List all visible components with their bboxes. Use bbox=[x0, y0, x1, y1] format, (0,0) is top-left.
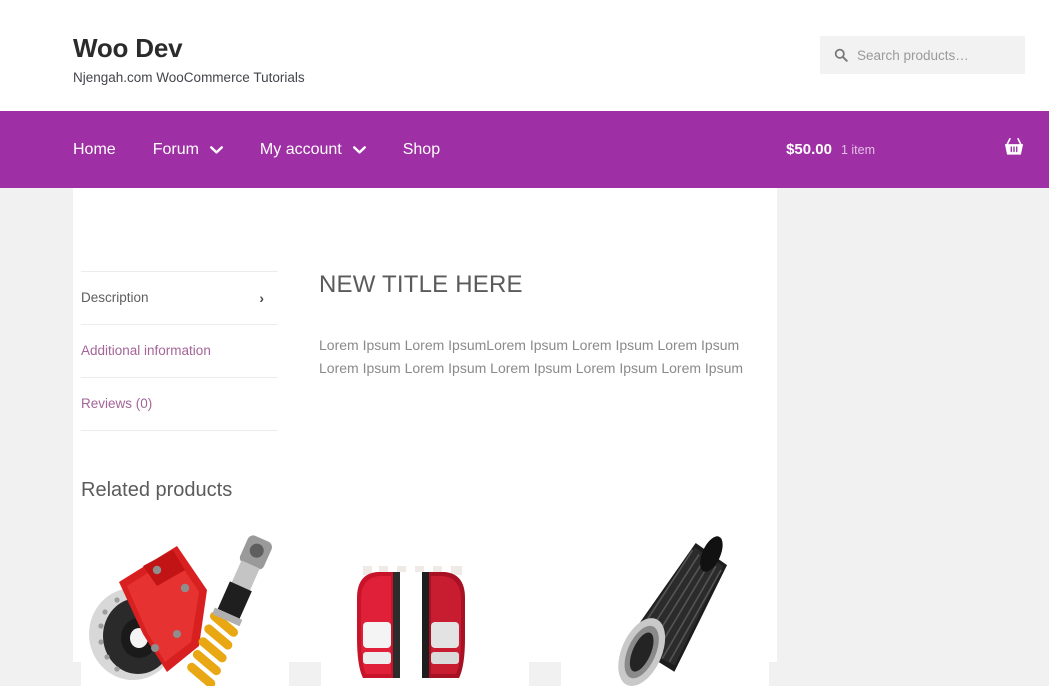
page-background: Description › Additional information Rev… bbox=[0, 188, 1049, 686]
car-tail-lights-product-image[interactable] bbox=[321, 526, 529, 686]
related-products-title: Related products bbox=[81, 479, 233, 501]
related-product-item[interactable] bbox=[81, 526, 289, 686]
chevron-down-icon[interactable] bbox=[209, 145, 223, 154]
cart-contents[interactable]: $50.00 1 item bbox=[786, 141, 875, 158]
tab-description[interactable]: Description › bbox=[81, 272, 278, 325]
primary-navigation: Home Forum My account Shop $50.00 1 item bbox=[0, 111, 1049, 188]
brake-disc-suspension-product-image[interactable] bbox=[81, 526, 289, 686]
site-tagline: Njengah.com WooCommerce Tutorials bbox=[73, 69, 305, 85]
site-branding[interactable]: Woo Dev Njengah.com WooCommerce Tutorial… bbox=[73, 33, 305, 86]
site-title[interactable]: Woo Dev bbox=[73, 33, 305, 64]
related-products-section: Related products bbox=[81, 478, 771, 686]
tab-reviews[interactable]: Reviews (0) bbox=[81, 378, 278, 431]
cone-air-filter-product-image[interactable] bbox=[561, 526, 769, 686]
nav-menu: Home Forum My account Shop bbox=[73, 111, 477, 188]
cart-total-amount: $50.00 bbox=[786, 141, 832, 158]
product-search-form[interactable] bbox=[820, 36, 1025, 74]
nav-item-shop[interactable]: Shop bbox=[403, 141, 440, 158]
tab-label: Description bbox=[81, 290, 149, 306]
main-content: Description › Additional information Rev… bbox=[73, 188, 777, 686]
search-input[interactable] bbox=[857, 47, 1007, 63]
panel-body-text: Lorem Ipsum Lorem IpsumLorem Ipsum Lorem… bbox=[319, 336, 744, 376]
product-tabs-list: Description › Additional information Rev… bbox=[81, 271, 278, 431]
product-tabs: Description › Additional information Rev… bbox=[81, 271, 278, 431]
nav-link-label[interactable]: Home bbox=[73, 141, 116, 158]
cart-area[interactable]: $50.00 1 item bbox=[786, 111, 1025, 188]
nav-link-label[interactable]: Forum bbox=[153, 141, 199, 158]
tab-label: Reviews (0) bbox=[81, 396, 153, 412]
tab-additional-information[interactable]: Additional information bbox=[81, 325, 278, 378]
site-header: Woo Dev Njengah.com WooCommerce Tutorial… bbox=[0, 0, 1049, 111]
header-inner: Woo Dev Njengah.com WooCommerce Tutorial… bbox=[0, 0, 1049, 111]
related-products-grid bbox=[81, 526, 771, 686]
search-icon bbox=[834, 48, 848, 62]
nav-item-forum[interactable]: Forum bbox=[153, 141, 223, 158]
related-product-item[interactable] bbox=[561, 526, 769, 686]
panel-title: NEW TITLE HERE bbox=[319, 271, 523, 298]
nav-link-label[interactable]: My account bbox=[260, 141, 342, 158]
shopping-basket-icon[interactable] bbox=[1003, 137, 1025, 157]
chevron-right-icon: › bbox=[259, 290, 264, 306]
related-product-item[interactable] bbox=[321, 526, 529, 686]
tab-panel-description: NEW TITLE HERE Lorem Ipsum Lorem IpsumLo… bbox=[319, 271, 749, 380]
nav-link-label[interactable]: Shop bbox=[403, 141, 440, 158]
cart-item-count: 1 item bbox=[840, 143, 875, 157]
nav-item-my-account[interactable]: My account bbox=[260, 141, 366, 158]
chevron-down-icon[interactable] bbox=[352, 145, 366, 154]
tab-label: Additional information bbox=[81, 343, 211, 359]
nav-item-home[interactable]: Home bbox=[73, 141, 116, 158]
